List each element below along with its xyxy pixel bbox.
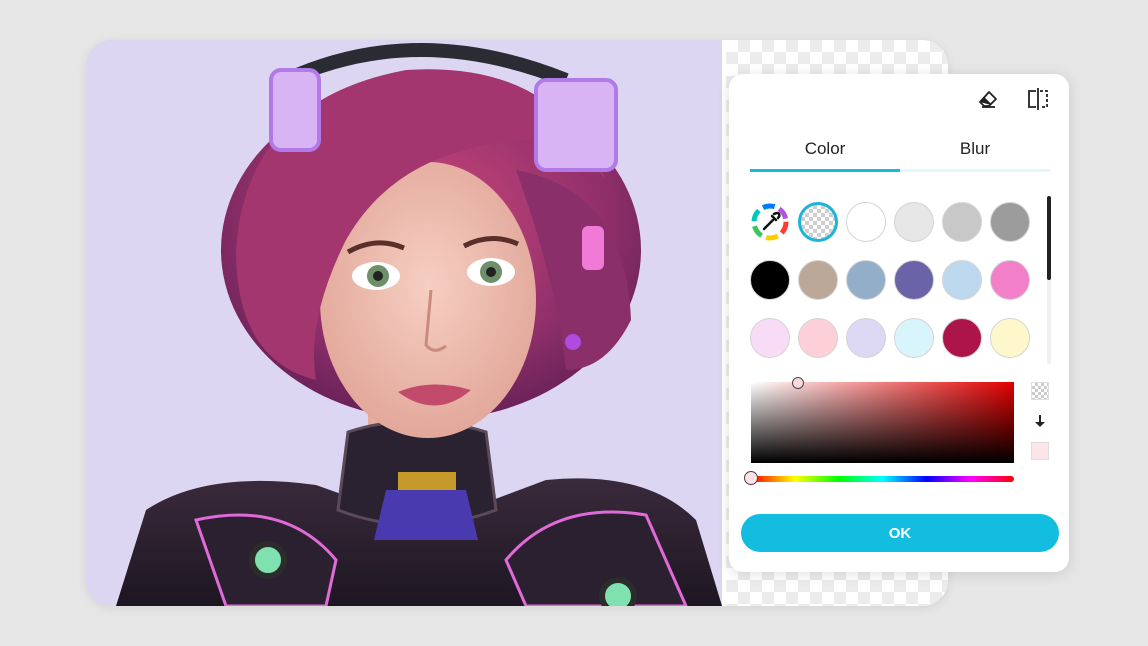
color-swatch[interactable] bbox=[942, 202, 982, 242]
color-swatch[interactable] bbox=[942, 260, 982, 300]
color-swatch[interactable] bbox=[846, 260, 886, 300]
tab-blur-underline bbox=[900, 169, 1050, 172]
color-swatch[interactable] bbox=[846, 202, 886, 242]
color-swatch[interactable] bbox=[942, 318, 982, 358]
background-panel: Color Blur OK bbox=[729, 74, 1069, 572]
color-swatch[interactable] bbox=[750, 260, 790, 300]
portrait-illustration bbox=[86, 40, 722, 606]
swatch-scrollbar[interactable] bbox=[1047, 196, 1051, 364]
color-swatch[interactable] bbox=[894, 318, 934, 358]
arrow-down-icon bbox=[1032, 413, 1048, 429]
color-swatch[interactable] bbox=[846, 318, 886, 358]
color-swatch[interactable] bbox=[990, 202, 1030, 242]
color-wheel-eyedropper-icon bbox=[751, 203, 789, 241]
eraser-icon bbox=[979, 91, 997, 108]
tab-color-label: Color bbox=[804, 139, 846, 158]
color-swatch[interactable] bbox=[894, 260, 934, 300]
color-swatch[interactable] bbox=[990, 260, 1030, 300]
swatch-transparent[interactable] bbox=[798, 202, 838, 242]
custom-color-picker-button[interactable] bbox=[750, 202, 790, 242]
hue-handle[interactable] bbox=[744, 471, 758, 485]
tab-color-underline bbox=[750, 169, 900, 172]
tab-color[interactable]: Color bbox=[750, 134, 900, 172]
tab-blur[interactable]: Blur bbox=[900, 134, 1050, 172]
new-color-swatch bbox=[1031, 442, 1049, 460]
swatch-scrollbar-thumb[interactable] bbox=[1047, 196, 1051, 280]
hue-slider[interactable] bbox=[744, 471, 1014, 485]
ok-button[interactable]: OK bbox=[741, 514, 1059, 552]
color-swatch[interactable] bbox=[990, 318, 1030, 358]
saturation-value-picker[interactable] bbox=[751, 377, 1014, 463]
color-swatch[interactable] bbox=[798, 318, 838, 358]
original-color-swatch bbox=[1031, 382, 1049, 400]
split-compare-icon bbox=[1028, 88, 1048, 110]
color-swatch[interactable] bbox=[894, 202, 934, 242]
color-swatch[interactable] bbox=[750, 318, 790, 358]
tab-bar: Color Blur bbox=[750, 134, 1050, 172]
compare-button[interactable] bbox=[1025, 86, 1051, 112]
tab-blur-label: Blur bbox=[959, 139, 991, 158]
saturation-handle[interactable] bbox=[792, 377, 804, 389]
eraser-button[interactable] bbox=[975, 86, 1001, 112]
color-swatch[interactable] bbox=[798, 260, 838, 300]
portrait-image bbox=[86, 40, 722, 606]
